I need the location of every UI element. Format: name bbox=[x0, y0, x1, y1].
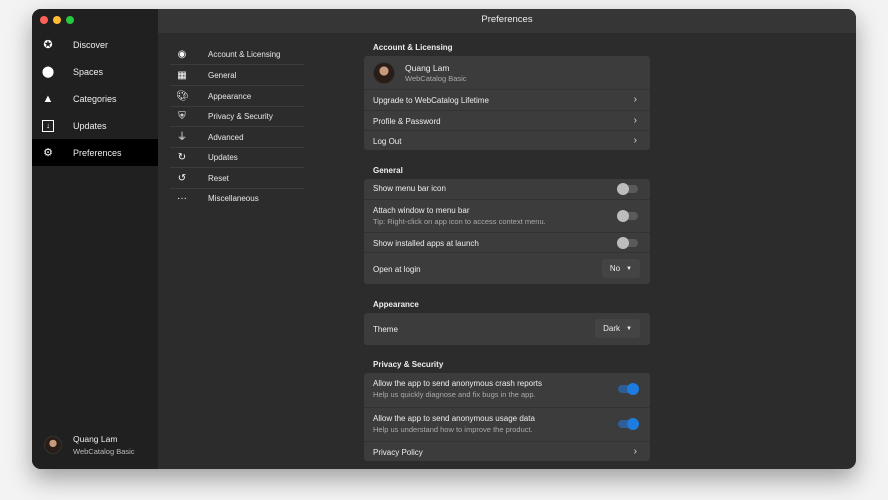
logout-row[interactable]: Log Out › bbox=[364, 130, 650, 150]
close-button[interactable] bbox=[40, 16, 48, 24]
caret-down-icon: ▼ bbox=[626, 325, 632, 332]
attach-window-toggle[interactable] bbox=[617, 210, 638, 222]
account-name: Quang Lam bbox=[405, 63, 450, 73]
spaces-icon: ⬤ bbox=[41, 66, 55, 78]
pref-nav-appearance[interactable]: 🎨︎ Appearance bbox=[170, 87, 304, 107]
setting-tip: Tip: Right-click on app icon to access c… bbox=[373, 217, 546, 226]
attach-window-row: Attach window to menu bar Tip: Right-clic… bbox=[364, 199, 650, 232]
theme-row: Theme Dark ▼ bbox=[364, 313, 650, 345]
title-bar: Preferences bbox=[158, 9, 856, 33]
widgets-icon: ▦ bbox=[177, 70, 187, 81]
open-at-login-select[interactable]: No ▼ bbox=[601, 259, 640, 278]
setting-label: Open at login bbox=[373, 265, 421, 274]
profile-label: Profile & Password bbox=[373, 117, 441, 126]
account-icon: ◉ bbox=[177, 49, 187, 60]
user-plan: WebCatalog Basic bbox=[73, 447, 135, 456]
show-menu-bar-icon-toggle[interactable] bbox=[617, 183, 638, 195]
plug-icon: ⏚ bbox=[177, 132, 187, 143]
sidebar: ✪ Discover ⬤ Spaces ▲ Categories ↓ Updates ⚙… bbox=[32, 9, 158, 469]
general-card: Show menu bar icon Attach window to menu… bbox=[364, 179, 650, 284]
show-installed-row: Show installed apps at launch bbox=[364, 232, 650, 252]
pref-nav-general[interactable]: ▦ General bbox=[170, 66, 304, 86]
shield-icon: ⛨ bbox=[178, 111, 186, 122]
usage-data-row: Allow the app to send anonymous usage da… bbox=[364, 407, 650, 441]
section-header-privacy: Privacy & Security bbox=[373, 360, 444, 369]
setting-sub: Help us quickly diagnose and fix bugs in… bbox=[373, 390, 536, 399]
download-icon: ↓ bbox=[42, 119, 54, 132]
setting-label: Theme bbox=[373, 325, 398, 334]
crash-reports-row: Allow the app to send anonymous crash re… bbox=[364, 373, 650, 407]
account-plan: WebCatalog Basic bbox=[405, 74, 467, 83]
pref-nav-privacy[interactable]: ⛨ Privacy & Security bbox=[170, 107, 304, 127]
minimize-button[interactable] bbox=[53, 16, 61, 24]
account-card: Quang Lam WebCatalog Basic Upgrade to We… bbox=[364, 56, 650, 150]
chevron-right-icon: › bbox=[633, 135, 637, 146]
window-controls bbox=[40, 16, 74, 24]
section-header-account: Account & Licensing bbox=[373, 43, 453, 52]
privacy-card: Allow the app to send anonymous crash re… bbox=[364, 373, 650, 461]
show-menu-bar-icon-row: Show menu bar icon bbox=[364, 179, 650, 199]
zoom-button[interactable] bbox=[66, 16, 74, 24]
sidebar-item-categories[interactable]: ▲ Categories bbox=[32, 85, 158, 112]
avatar bbox=[44, 436, 62, 454]
select-value: No bbox=[609, 264, 621, 273]
palette-icon: 🎨︎ bbox=[176, 91, 189, 102]
star-icon: ✪ bbox=[43, 39, 53, 51]
open-at-login-row: Open at login No ▼ bbox=[364, 252, 650, 284]
caret-down-icon: ▼ bbox=[626, 265, 632, 272]
categories-icon: ▲ bbox=[42, 92, 54, 105]
chevron-right-icon: › bbox=[633, 446, 637, 457]
account-profile-row: Quang Lam WebCatalog Basic bbox=[364, 56, 650, 89]
chevron-right-icon: › bbox=[633, 115, 637, 126]
setting-sub: Help us understand how to improve the pr… bbox=[373, 425, 533, 434]
appearance-card: Theme Dark ▼ bbox=[364, 313, 650, 345]
chevron-right-icon: › bbox=[633, 94, 637, 105]
profile-password-row[interactable]: Profile & Password › bbox=[364, 110, 650, 130]
more-icon: ··· bbox=[177, 193, 187, 204]
upgrade-row[interactable]: Upgrade to WebCatalog Lifetime › bbox=[364, 89, 650, 110]
privacy-policy-label: Privacy Policy bbox=[373, 448, 423, 457]
user-name: Quang Lam bbox=[73, 434, 118, 444]
pref-nav-account[interactable]: ◉ Account & Licensing bbox=[170, 45, 304, 65]
setting-label: Attach window to menu bar bbox=[373, 206, 470, 215]
sidebar-item-preferences[interactable]: ⚙ Preferences bbox=[32, 139, 158, 166]
section-header-general: General bbox=[373, 166, 403, 175]
sidebar-item-spaces[interactable]: ⬤ Spaces bbox=[32, 58, 158, 85]
setting-label: Show menu bar icon bbox=[373, 184, 446, 193]
avatar bbox=[373, 62, 395, 84]
update-icon: ↻ bbox=[177, 152, 187, 163]
gear-icon: ⚙ bbox=[43, 147, 53, 159]
sidebar-item-updates[interactable]: ↓ Updates bbox=[32, 112, 158, 139]
logout-label: Log Out bbox=[373, 137, 402, 146]
window-title: Preferences bbox=[481, 14, 533, 25]
show-installed-toggle[interactable] bbox=[617, 237, 638, 249]
pref-nav-reset[interactable]: ↺ Reset bbox=[170, 169, 304, 189]
setting-label: Allow the app to send anonymous crash re… bbox=[373, 379, 542, 388]
app-window: ✪ Discover ⬤ Spaces ▲ Categories ↓ Updates ⚙… bbox=[32, 9, 856, 469]
section-header-appearance: Appearance bbox=[373, 300, 419, 309]
upgrade-label: Upgrade to WebCatalog Lifetime bbox=[373, 96, 489, 105]
setting-label: Allow the app to send anonymous usage da… bbox=[373, 414, 535, 423]
pref-nav-updates[interactable]: ↻ Updates bbox=[170, 148, 304, 168]
privacy-policy-row[interactable]: Privacy Policy › bbox=[364, 441, 650, 461]
usage-data-toggle[interactable] bbox=[618, 418, 639, 430]
reset-icon: ↺ bbox=[177, 173, 187, 184]
theme-select[interactable]: Dark ▼ bbox=[595, 319, 640, 338]
sidebar-item-discover[interactable]: ✪ Discover bbox=[32, 31, 158, 58]
setting-label: Show installed apps at launch bbox=[373, 239, 479, 248]
crash-reports-toggle[interactable] bbox=[618, 383, 639, 395]
pref-nav-advanced[interactable]: ⏚ Advanced bbox=[170, 128, 304, 148]
select-value: Dark bbox=[603, 324, 621, 333]
pref-nav-misc[interactable]: ··· Miscellaneous bbox=[170, 189, 304, 209]
